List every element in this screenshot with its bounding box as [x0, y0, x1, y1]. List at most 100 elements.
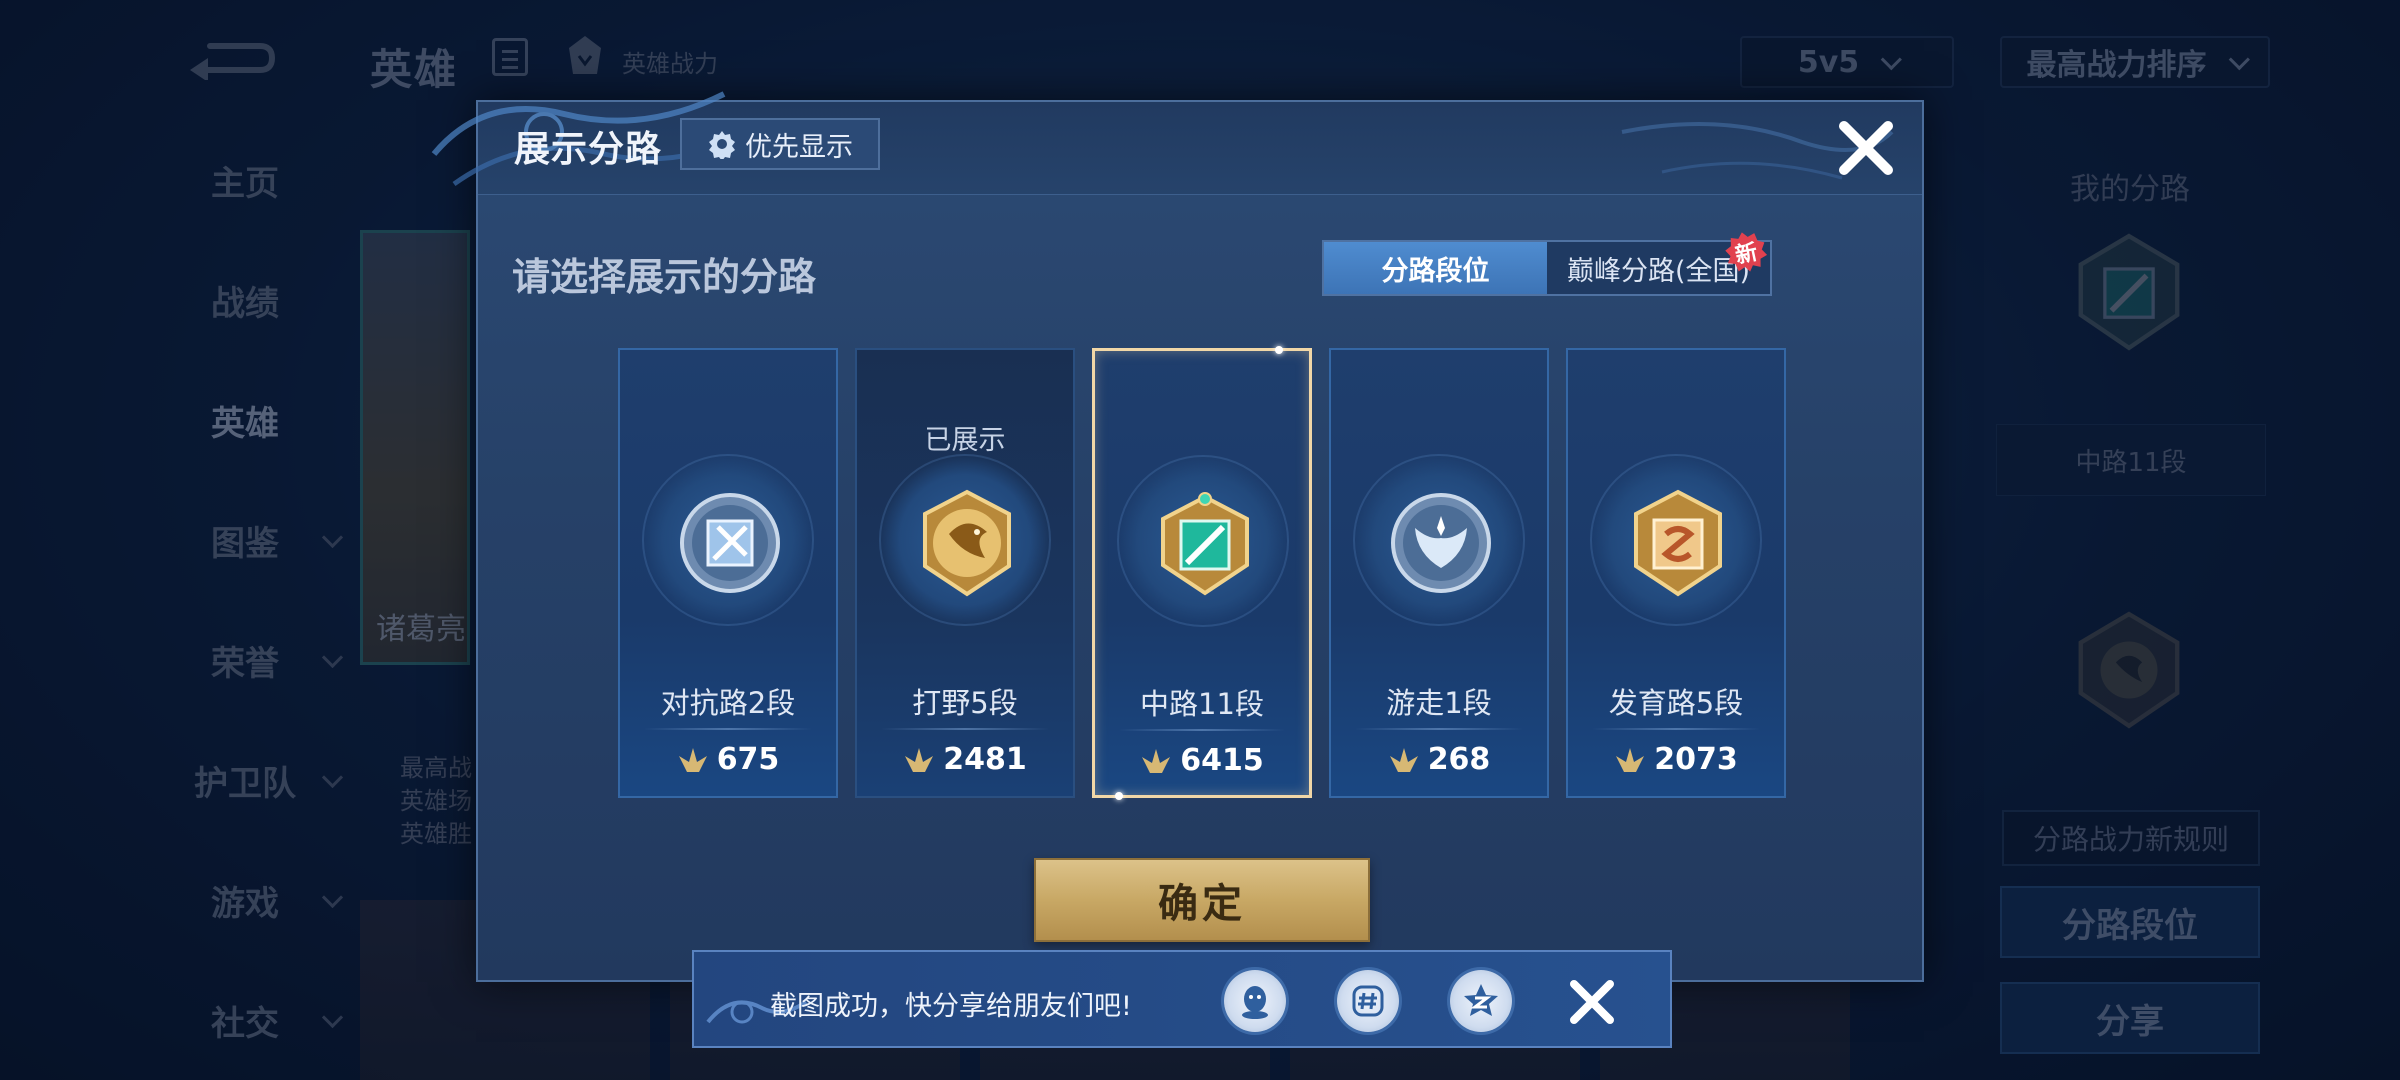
modal-close-button[interactable] [1834, 116, 1898, 180]
mode-select-value: 5v5 [1797, 44, 1860, 80]
back-arrow-icon [190, 43, 276, 82]
back-button[interactable] [180, 30, 280, 82]
hero-power-icon [565, 34, 605, 76]
nav-item-honor[interactable]: 荣誉 [150, 630, 344, 690]
lane-score: 675 [620, 742, 836, 777]
priority-display-label: 优先显示 [745, 131, 853, 163]
chevron-down-icon [321, 766, 344, 789]
nav-item-codex[interactable]: 图鉴 [150, 510, 344, 570]
hero-stat-line: 英雄场 [400, 787, 472, 815]
tab-peak-lane-label: 巅峰分路(全国) [1566, 255, 1751, 287]
share-topic-button[interactable] [1337, 970, 1399, 1032]
lane-score-value: 675 [716, 742, 780, 777]
nav-item-label: 社交 [211, 1003, 279, 1044]
lane-name: 发育路5段 [1608, 686, 1744, 720]
nav-item-social[interactable]: 社交 [150, 990, 344, 1050]
lane-score-value: 2481 [943, 742, 1027, 777]
nav-item-label: 荣誉 [211, 643, 279, 684]
power-icon [905, 747, 934, 772]
hero-stat-line: 英雄胜 [400, 820, 472, 848]
chevron-down-icon [321, 646, 344, 669]
screenshot-share-toast: 截图成功，快分享给朋友们吧! [692, 950, 1672, 1048]
mode-select[interactable]: 5v5 [1740, 36, 1954, 88]
lane-card-roam[interactable]: 游走1段 268 [1329, 348, 1549, 798]
farm-lane-badge-icon [1634, 489, 1722, 597]
lane-rank-button[interactable]: 分路段位 [2000, 886, 2260, 958]
qzone-icon [1464, 984, 1498, 1016]
selection-spark [1275, 346, 1283, 354]
close-icon [1570, 980, 1614, 1024]
share-qq-button[interactable] [1224, 970, 1286, 1032]
lane-name: 对抗路2段 [660, 686, 796, 720]
nav-item-home[interactable]: 主页 [150, 150, 340, 210]
lane-score: 2073 [1568, 742, 1784, 777]
jungle-badge-icon [2078, 611, 2180, 729]
power-icon [1616, 747, 1645, 772]
lane-card-mid[interactable]: 中路11段 6415 [1092, 346, 1312, 800]
lane-score-value: 6415 [1180, 743, 1264, 778]
sort-select-value: 最高战力排序 [2026, 48, 2207, 83]
chevron-down-icon [321, 1006, 344, 1029]
chevron-down-icon [2228, 48, 2250, 70]
hero-stat-line: 最高战 [400, 754, 472, 782]
toast-close-button[interactable] [1564, 974, 1620, 1030]
nav-item-guard[interactable]: 护卫队 [150, 750, 344, 810]
nav-item-label: 护卫队 [194, 763, 296, 804]
hero-portrait-card[interactable] [360, 230, 470, 665]
selection-spark [1115, 792, 1123, 800]
lane-card-jungle[interactable]: 已展示 打野5段 2481 [855, 348, 1075, 798]
lane-card-clash[interactable]: 对抗路2段 675 [618, 348, 838, 798]
tab-lane-rank[interactable]: 分路段位 [1324, 242, 1547, 294]
share-button[interactable]: 分享 [2000, 982, 2260, 1054]
nav-item-label: 战绩 [211, 283, 279, 324]
jungle-badge-icon [923, 489, 1011, 597]
lane-score-value: 2073 [1654, 742, 1738, 777]
roam-badge-icon [1391, 493, 1491, 593]
lane-score: 6415 [1095, 743, 1309, 778]
sort-select[interactable]: 最高战力排序 [2000, 36, 2270, 88]
confirm-button[interactable]: 确定 [1034, 858, 1370, 942]
chevron-down-icon [321, 526, 344, 549]
chevron-down-icon [321, 886, 344, 909]
lane-score: 268 [1331, 742, 1547, 777]
lane-card-farm[interactable]: 发育路5段 2073 [1566, 348, 1786, 798]
modal-title: 展示分路 [514, 129, 663, 170]
hero-stats: 最高战 英雄场 英雄胜 [400, 752, 472, 851]
power-icon [678, 747, 707, 772]
nav-item-label: 图鉴 [211, 523, 279, 564]
divider [1119, 729, 1285, 731]
mid-lane-badge-icon [2078, 233, 2180, 351]
share-qzone-button[interactable] [1450, 970, 1512, 1032]
nav-item-label: 英雄 [211, 403, 279, 444]
gear-icon [709, 131, 735, 159]
toast-message: 截图成功，快分享给朋友们吧! [770, 991, 1132, 1022]
power-icon [1142, 748, 1171, 773]
nav-item-record[interactable]: 战绩 [150, 270, 340, 330]
divider [644, 728, 812, 730]
divider [1592, 728, 1760, 730]
my-lane-label: 中路11段 [1996, 424, 2266, 496]
divider [881, 728, 1049, 730]
mid-lane-badge-icon [1161, 492, 1249, 596]
priority-display-button[interactable]: 优先显示 [680, 118, 880, 170]
lane-name: 中路11段 [1140, 687, 1264, 721]
hashtag-icon [1352, 985, 1384, 1017]
lane-score-value: 268 [1427, 742, 1491, 777]
lane-power-rule-link[interactable]: 分路战力新规则 [2002, 810, 2260, 866]
power-icon [1389, 747, 1418, 772]
nav-item-game[interactable]: 游戏 [150, 870, 344, 930]
lane-score: 2481 [857, 742, 1073, 777]
close-icon [1839, 121, 1893, 175]
list-icon[interactable] [492, 38, 528, 76]
lane-name: 游走1段 [1386, 686, 1492, 720]
tab-peak-lane[interactable]: 巅峰分路(全国) 新 [1547, 242, 1770, 294]
select-lane-prompt: 请选择展示的分路 [512, 255, 817, 299]
chevron-down-icon [1880, 48, 1903, 70]
tab-lane-rank-label: 分路段位 [1381, 255, 1490, 287]
nav-item-hero[interactable]: 英雄 [150, 390, 340, 450]
displayed-status: 已展示 [924, 425, 1006, 456]
my-lane-title: 我的分路 [2070, 172, 2190, 207]
divider [1355, 728, 1523, 730]
clash-lane-badge-icon [680, 493, 780, 593]
hero-name: 诸葛亮 [376, 612, 466, 647]
